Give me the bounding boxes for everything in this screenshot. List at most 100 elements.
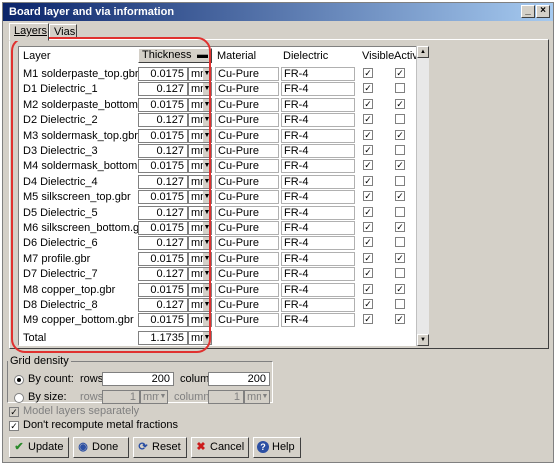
size-rows-input[interactable]: 1 xyxy=(102,390,140,404)
active-checkbox[interactable]: ✓ xyxy=(395,283,405,294)
thickness-input[interactable]: 0.127 xyxy=(138,144,188,158)
active-checkbox[interactable] xyxy=(395,114,405,125)
visible-checkbox[interactable]: ✓ xyxy=(363,314,373,325)
visible-checkbox[interactable]: ✓ xyxy=(363,145,373,155)
active-checkbox[interactable]: ✓ xyxy=(395,160,405,171)
active-checkbox[interactable]: ✓ xyxy=(395,98,405,109)
dielectric-field[interactable]: FR-4 xyxy=(281,251,355,266)
update-button[interactable]: ✔ Update xyxy=(9,437,69,458)
unit-select[interactable]: mm ▼ xyxy=(188,159,212,174)
material-field[interactable]: Cu-Pure xyxy=(215,159,279,174)
material-field[interactable]: Cu-Pure xyxy=(215,174,279,189)
thickness-input[interactable]: 0.0175 xyxy=(138,97,188,112)
dielectric-field[interactable]: FR-4 xyxy=(281,313,355,328)
thickness-input[interactable]: 0.0175 xyxy=(138,282,188,297)
header-thickness[interactable]: Thickness ▬ xyxy=(138,48,212,63)
unit-select[interactable]: mm ▼ xyxy=(188,174,212,189)
thickness-input[interactable]: 0.0175 xyxy=(138,67,188,81)
dielectric-field[interactable]: FR-4 xyxy=(281,113,355,128)
dielectric-field[interactable]: FR-4 xyxy=(281,174,355,189)
done-button[interactable]: ◉ Done xyxy=(73,437,129,458)
unit-select[interactable]: mm ▼ xyxy=(188,221,212,235)
dielectric-field[interactable]: FR-4 xyxy=(281,159,355,174)
active-checkbox[interactable] xyxy=(395,145,405,155)
thickness-input[interactable]: 0.0175 xyxy=(138,159,188,174)
scroll-up-icon[interactable]: ▲ xyxy=(417,46,429,58)
model-layers-checkbox[interactable]: ✓ xyxy=(9,407,19,417)
unit-select[interactable]: mm ▼ xyxy=(188,236,212,251)
visible-checkbox[interactable]: ✓ xyxy=(363,160,373,171)
unit-select[interactable]: mm ▼ xyxy=(188,113,212,128)
thickness-input[interactable]: 0.127 xyxy=(138,205,188,220)
dielectric-field[interactable]: FR-4 xyxy=(281,190,355,205)
dielectric-field[interactable]: FR-4 xyxy=(281,97,355,112)
count-rows-input[interactable]: 200 xyxy=(102,372,174,386)
material-field[interactable]: Cu-Pure xyxy=(215,221,279,235)
unit-select[interactable]: mm ▼ xyxy=(188,144,212,158)
material-field[interactable]: Cu-Pure xyxy=(215,205,279,220)
dielectric-field[interactable]: FR-4 xyxy=(281,205,355,220)
thickness-input[interactable]: 0.127 xyxy=(138,82,188,97)
cancel-button[interactable]: ✖ Cancel xyxy=(191,437,249,458)
visible-checkbox[interactable]: ✓ xyxy=(363,98,373,109)
thickness-input[interactable]: 0.127 xyxy=(138,267,188,282)
active-checkbox[interactable] xyxy=(395,237,405,248)
visible-checkbox[interactable]: ✓ xyxy=(363,222,373,232)
material-field[interactable]: Cu-Pure xyxy=(215,267,279,282)
unit-select[interactable]: mm ▼ xyxy=(188,282,212,297)
material-field[interactable]: Cu-Pure xyxy=(215,113,279,128)
by-count-radio[interactable] xyxy=(14,375,24,385)
material-field[interactable]: Cu-Pure xyxy=(215,236,279,251)
material-field[interactable]: Cu-Pure xyxy=(215,82,279,97)
size-columns-unit[interactable]: mm ▼ xyxy=(244,390,270,404)
dont-recompute-checkbox[interactable]: ✓ xyxy=(9,421,19,431)
active-checkbox[interactable]: ✓ xyxy=(395,314,405,325)
thickness-input[interactable]: 0.127 xyxy=(138,174,188,189)
material-field[interactable]: Cu-Pure xyxy=(215,67,279,81)
visible-checkbox[interactable]: ✓ xyxy=(363,206,373,217)
by-size-radio[interactable] xyxy=(14,393,24,403)
help-button[interactable]: ? Help xyxy=(253,437,301,458)
active-checkbox[interactable]: ✓ xyxy=(395,222,405,232)
unit-select[interactable]: mm ▼ xyxy=(188,82,212,97)
tab-vias[interactable]: Vias xyxy=(49,24,77,40)
reset-button[interactable]: ⟳ Reset xyxy=(133,437,187,458)
unit-select[interactable]: mm ▼ xyxy=(188,298,212,312)
size-columns-input[interactable]: 1 xyxy=(208,390,244,404)
material-field[interactable]: Cu-Pure xyxy=(215,190,279,205)
unit-select[interactable]: mm ▼ xyxy=(188,67,212,81)
active-checkbox[interactable]: ✓ xyxy=(395,191,405,202)
dielectric-field[interactable]: FR-4 xyxy=(281,236,355,251)
table-scrollbar[interactable]: ▲ ▼ xyxy=(416,46,429,346)
visible-checkbox[interactable]: ✓ xyxy=(363,252,373,263)
dielectric-field[interactable]: FR-4 xyxy=(281,67,355,81)
active-checkbox[interactable] xyxy=(395,206,405,217)
active-checkbox[interactable]: ✓ xyxy=(395,68,405,78)
visible-checkbox[interactable]: ✓ xyxy=(363,68,373,78)
active-checkbox[interactable] xyxy=(395,299,405,309)
dielectric-field[interactable]: FR-4 xyxy=(281,82,355,97)
minimize-button[interactable]: _ xyxy=(521,5,535,18)
material-field[interactable]: Cu-Pure xyxy=(215,128,279,143)
unit-select[interactable]: mm ▼ xyxy=(188,190,212,205)
thickness-input[interactable]: 0.127 xyxy=(138,113,188,128)
unit-select[interactable]: mm ▼ xyxy=(188,128,212,143)
unit-select[interactable]: mm ▼ xyxy=(188,97,212,112)
active-checkbox[interactable] xyxy=(395,175,405,186)
visible-checkbox[interactable]: ✓ xyxy=(363,299,373,309)
thickness-input[interactable]: 0.127 xyxy=(138,236,188,251)
dielectric-field[interactable]: FR-4 xyxy=(281,298,355,312)
unit-select[interactable]: mm ▼ xyxy=(188,267,212,282)
visible-checkbox[interactable]: ✓ xyxy=(363,129,373,140)
visible-checkbox[interactable]: ✓ xyxy=(363,283,373,294)
close-button[interactable]: × xyxy=(536,5,550,18)
thickness-input[interactable]: 0.0175 xyxy=(138,190,188,205)
scroll-down-icon[interactable]: ▼ xyxy=(417,334,429,346)
size-rows-unit[interactable]: mm ▼ xyxy=(140,390,168,404)
title-bar[interactable]: Board layer and via information _ × xyxy=(3,3,553,21)
dielectric-field[interactable]: FR-4 xyxy=(281,221,355,235)
active-checkbox[interactable]: ✓ xyxy=(395,252,405,263)
dielectric-field[interactable]: FR-4 xyxy=(281,267,355,282)
thickness-input[interactable]: 0.0175 xyxy=(138,251,188,266)
material-field[interactable]: Cu-Pure xyxy=(215,97,279,112)
